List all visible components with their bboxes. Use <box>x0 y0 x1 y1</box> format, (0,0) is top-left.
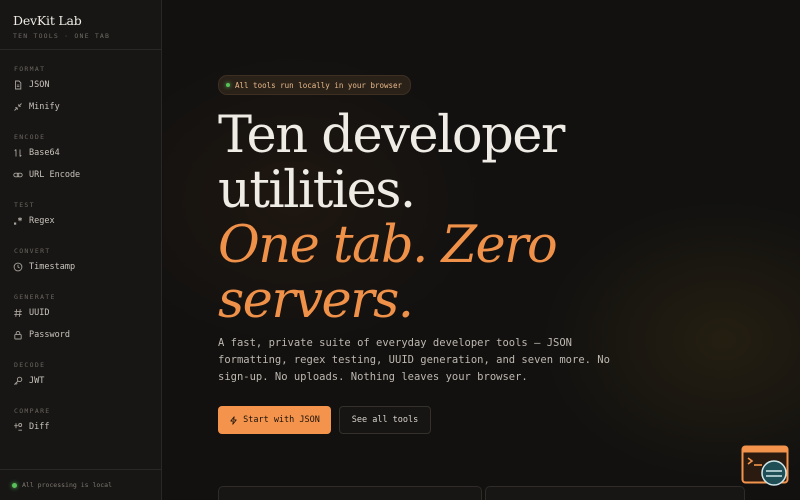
sidebar-item-label: Regex <box>29 216 55 226</box>
status-dot-icon <box>226 83 230 87</box>
sidebar-item-label: URL Encode <box>29 170 81 180</box>
headline-line-2: utilities. <box>218 161 416 220</box>
sidebar-item-label: Base64 <box>29 148 60 158</box>
sidebar-item-label: Minify <box>29 102 60 112</box>
local-badge: All tools run locally in your browser <box>218 75 412 95</box>
swap-icon <box>13 148 23 158</box>
sidebar-item-label: Timestamp <box>29 262 76 272</box>
sidebar-nav: FORMAT JSON Minify ENCODE Base64 URL Enc… <box>0 64 161 438</box>
regex-icon <box>13 216 23 226</box>
tool-card[interactable] <box>485 486 745 500</box>
see-all-tools-button[interactable]: See all tools <box>339 406 431 434</box>
headline-accent-2: servers. <box>218 271 414 330</box>
status-footer: All processing is local <box>0 469 161 500</box>
sidebar-item-diff[interactable]: Diff <box>0 416 161 438</box>
sidebar-item-label: JWT <box>29 376 45 386</box>
button-label: Start with JSON <box>243 415 320 425</box>
badge-text: All tools run locally in your browser <box>235 80 403 90</box>
nav-group-label-format: FORMAT <box>14 65 46 73</box>
sidebar-item-regex[interactable]: Regex <box>0 210 161 232</box>
sidebar-item-label: UUID <box>29 308 50 318</box>
nav-group-label-generate: GENERATE <box>14 293 56 301</box>
nav-group-label-decode: DECODE <box>14 361 46 369</box>
start-with-json-button[interactable]: Start with JSON <box>218 406 331 434</box>
status-text: All processing is local <box>22 481 113 489</box>
sidebar-item-label: Password <box>29 330 70 340</box>
sidebar-item-url-encode[interactable]: URL Encode <box>0 164 161 186</box>
hash-icon <box>13 308 23 318</box>
sidebar-item-uuid[interactable]: UUID <box>0 302 161 324</box>
sidebar-item-label: Diff <box>29 422 50 432</box>
brand-title: DevKit Lab <box>13 13 82 28</box>
lock-icon <box>13 330 23 340</box>
diff-icon <box>13 422 23 432</box>
headline-line-1: Ten developer <box>218 106 565 165</box>
brand-subtitle: TEN TOOLS · ONE TAB <box>13 32 111 40</box>
sidebar-item-base64[interactable]: Base64 <box>0 142 161 164</box>
sidebar-item-minify[interactable]: Minify <box>0 96 161 118</box>
nav-group-label-convert: CONVERT <box>14 247 51 255</box>
hero-headline: Ten developer utilities. One tab. Zero s… <box>218 108 778 328</box>
brand[interactable]: DevKit Lab TEN TOOLS · ONE TAB <box>13 13 110 40</box>
hero-description: A fast, private suite of everyday develo… <box>218 337 610 383</box>
nav-group-label-compare: COMPARE <box>14 407 51 415</box>
sidebar-item-label: JSON <box>29 80 50 90</box>
nav-group-label-encode: ENCODE <box>14 133 46 141</box>
tool-card[interactable] <box>218 486 482 500</box>
compress-icon <box>13 102 23 112</box>
terminal-mascot-icon[interactable] <box>741 445 791 489</box>
sidebar-item-json[interactable]: JSON <box>0 74 161 96</box>
nav-group-label-test: TEST <box>14 201 35 209</box>
file-icon <box>13 80 23 90</box>
key-icon <box>13 376 23 386</box>
sidebar-item-timestamp[interactable]: Timestamp <box>0 256 161 278</box>
button-label: See all tools <box>351 415 419 425</box>
status-dot-icon <box>12 482 17 488</box>
clock-icon <box>13 262 23 272</box>
sidebar-item-jwt[interactable]: JWT <box>0 370 161 392</box>
bolt-icon <box>229 415 238 425</box>
hero-section: All tools run locally in your browser Te… <box>163 0 800 500</box>
divider <box>0 49 161 50</box>
sidebar-item-password[interactable]: Password <box>0 324 161 346</box>
sidebar: DevKit Lab TEN TOOLS · ONE TAB FORMAT JS… <box>0 0 162 500</box>
headline-accent-1: One tab. Zero <box>218 216 558 275</box>
link-icon <box>13 170 23 180</box>
